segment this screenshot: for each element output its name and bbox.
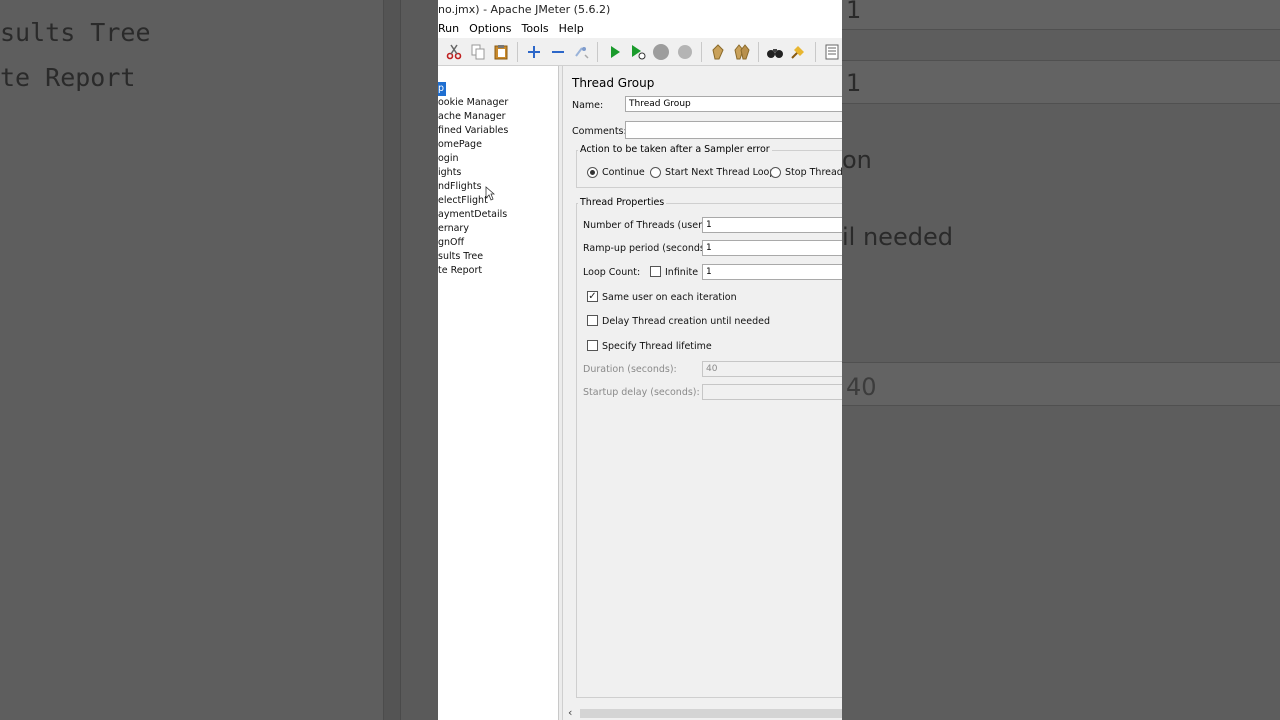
tree-item-cache-manager[interactable]: ache Manager (438, 110, 506, 124)
same-user-checkbox[interactable]: ✓ (587, 291, 598, 302)
start-icon[interactable] (604, 41, 624, 62)
window-title: no.jmx) - Apache JMeter (5.6.2) (438, 0, 842, 19)
same-user-label: Same user on each iteration (602, 292, 737, 303)
stop-thread-label[interactable]: Stop Thread (785, 167, 842, 178)
search-icon[interactable] (765, 41, 785, 62)
bg-right-panel (842, 0, 1280, 720)
threads-label: Number of Threads (users): (583, 220, 714, 231)
jmeter-window: no.jmx) - Apache JMeter (5.6.2) Run Opti… (438, 0, 842, 720)
menu-options[interactable]: Options (469, 22, 517, 35)
clear-all-icon[interactable] (731, 41, 751, 62)
bg-text: on (842, 146, 872, 174)
toolbar-separator (757, 41, 759, 62)
bg-text: 40 (846, 373, 877, 401)
delay-creation-checkbox[interactable] (587, 315, 598, 326)
tree-item-itinerary[interactable]: ernary (438, 222, 469, 236)
main-area: p ookie Manager ache Manager fined Varia… (438, 66, 842, 720)
startup-delay-label: Startup delay (seconds): (583, 387, 700, 398)
bg-field (842, 60, 1280, 104)
stop-thread-radio[interactable] (770, 167, 781, 178)
infinite-checkbox[interactable] (650, 266, 661, 277)
rampup-label: Ramp-up period (seconds): (583, 243, 712, 254)
reset-search-icon[interactable] (788, 41, 808, 62)
tree-item-paymentdetails[interactable]: aymentDetails (438, 208, 507, 222)
start-next-loop-radio[interactable] (650, 167, 661, 178)
bg-text: 1 (846, 69, 862, 97)
toolbar-separator (597, 41, 599, 62)
tree-item-cookie-manager[interactable]: ookie Manager (438, 96, 508, 110)
paste-icon[interactable] (491, 41, 511, 62)
threads-field[interactable]: 1 (702, 217, 842, 233)
tree-item-view-results-tree[interactable]: sults Tree (438, 250, 483, 264)
bg-field (842, 362, 1280, 406)
tree-item-selectflight[interactable]: electFlight (438, 194, 488, 208)
menu-help[interactable]: Help (559, 22, 590, 35)
sampler-error-title: Action to be taken after a Sampler error (578, 144, 772, 155)
tree-item-login[interactable]: ogin (438, 152, 459, 166)
toggle-icon[interactable] (571, 41, 591, 62)
menu-run[interactable]: Run (438, 22, 465, 35)
comments-field[interactable] (625, 121, 842, 139)
tree-item-findflights[interactable]: ndFlights (438, 180, 482, 194)
toolbar-separator (814, 41, 816, 62)
tree-item-thread-group[interactable]: p (438, 82, 447, 96)
thread-properties-title: Thread Properties (578, 197, 667, 208)
scrollbar-thumb[interactable] (580, 709, 842, 718)
rampup-field[interactable]: 1 (702, 240, 842, 256)
bg-field (842, 0, 1280, 30)
tree-item-user-defined-variables[interactable]: fined Variables (438, 124, 508, 138)
scroll-left-icon[interactable]: ‹ (568, 706, 572, 720)
toolbar (438, 38, 842, 66)
tree-item-aggregate-report[interactable]: te Report (438, 264, 482, 278)
bg-text: 1 (846, 0, 862, 24)
mouse-cursor-icon (485, 186, 495, 201)
cut-icon[interactable] (444, 41, 464, 62)
continue-radio[interactable] (587, 167, 598, 178)
startup-delay-field[interactable] (702, 384, 842, 400)
shutdown-icon[interactable] (675, 41, 695, 62)
name-label: Name: (572, 100, 604, 111)
horizontal-scrollbar[interactable]: ‹ (564, 706, 842, 720)
thread-lifetime-label: Specify Thread lifetime (602, 341, 712, 352)
duration-field[interactable]: 40 (702, 361, 842, 377)
infinite-label: Infinite (665, 267, 699, 278)
test-plan-tree: p ookie Manager ache Manager fined Varia… (438, 66, 559, 720)
menu-bar: Run Options Tools Help (438, 19, 842, 38)
clear-icon[interactable] (708, 41, 728, 62)
remove-icon[interactable] (548, 41, 568, 62)
bg-text: il needed (842, 223, 953, 251)
thread-group-panel: Thread Group Name: Thread Group Comments… (564, 66, 842, 720)
start-no-timers-icon[interactable] (628, 41, 648, 62)
bg-divider (400, 0, 438, 720)
bg-left-panel: sults Tree te Report (0, 0, 384, 720)
start-next-loop-label[interactable]: Start Next Thread Loop (665, 167, 775, 178)
thread-lifetime-checkbox[interactable] (587, 340, 598, 351)
panel-title: Thread Group (572, 76, 655, 90)
continue-label[interactable]: Continue (602, 167, 645, 178)
add-icon[interactable] (524, 41, 544, 62)
menu-tools[interactable]: Tools (522, 22, 555, 35)
duration-label: Duration (seconds): (583, 364, 677, 375)
toolbar-separator (517, 41, 519, 62)
bg-divider (384, 0, 400, 720)
loop-count-label: Loop Count: (583, 267, 641, 278)
copy-icon[interactable] (467, 41, 487, 62)
toolbar-separator (701, 41, 702, 62)
pane-splitter[interactable] (559, 66, 563, 720)
name-field[interactable]: Thread Group (625, 96, 842, 112)
tree-item-flights[interactable]: ights (438, 166, 461, 180)
delay-creation-label: Delay Thread creation until needed (602, 316, 770, 327)
bg-text-report: te Report (0, 63, 136, 92)
comments-label: Comments: (572, 126, 627, 137)
stop-icon[interactable] (651, 41, 671, 62)
function-helper-icon[interactable] (822, 41, 842, 62)
tree-item-homepage[interactable]: omePage (438, 138, 482, 152)
tree-item-signoff[interactable]: gnOff (438, 236, 464, 250)
bg-text-results-tree: sults Tree (0, 18, 151, 47)
loop-count-field[interactable]: 1 (702, 264, 842, 280)
